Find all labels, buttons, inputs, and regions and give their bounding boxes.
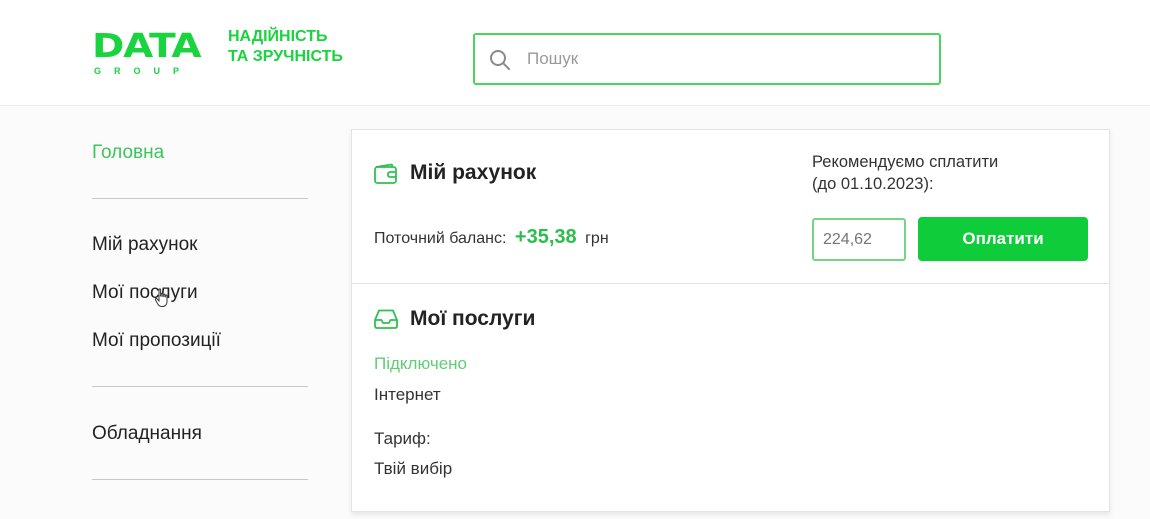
site-header: DATA GROUP НАДІЙНІСТЬ ТА ЗРУЧНІСТЬ [0,0,1150,106]
recommend-line-1: Рекомендуємо сплатити [812,153,999,171]
brand-logo[interactable]: DATA GROUP [92,29,217,79]
tariff-value: Твій вибір [374,459,453,478]
balance-currency: грн [585,230,609,247]
sidebar-item-home[interactable]: Головна [92,142,164,164]
sidebar-divider [92,479,308,480]
service-status: Підключено [374,354,467,373]
tagline-line-2: ТА ЗРУЧНІСТЬ [228,48,343,65]
pay-button[interactable]: Оплатити [918,217,1088,261]
sidebar-item-my-account[interactable]: Мій рахунок [92,234,197,256]
balance-value: +35,38 [514,226,577,248]
payment-amount-input[interactable] [812,218,906,261]
account-panel: Мій рахунок Поточний баланс: +35,38 грн … [351,129,1110,512]
hand-cursor-icon [154,288,168,307]
sidebar-divider [92,386,308,387]
balance-row: Поточний баланс: +35,38 грн [374,226,609,249]
brand-tagline: НАДІЙНІСТЬ ТА ЗРУЧНІСТЬ [228,27,378,67]
sidebar-item-my-offers[interactable]: Мої пропозиції [92,330,221,352]
services-title: Мої послуги [410,307,536,330]
section-divider [352,283,1109,284]
logo-wordmark: DATA [92,26,202,65]
balance-label: Поточний баланс: [374,230,507,247]
inbox-icon [374,309,398,329]
search-icon [490,50,510,70]
recommended-payment-text: Рекомендуємо сплатити (до 01.10.2023): [812,151,1082,195]
tariff-label: Тариф: [374,429,431,448]
recommend-line-2: (до 01.10.2023): [812,175,934,193]
sidebar-item-equipment[interactable]: Обладнання [92,423,202,445]
account-title: Мій рахунок [410,161,537,184]
service-name: Інтернет [374,385,441,404]
sidebar-item-my-services[interactable]: Мої послуги [92,282,198,304]
search-box[interactable] [473,33,941,85]
wallet-icon [374,163,397,184]
logo-subtitle: GROUP [94,66,193,76]
sidebar-divider [92,198,308,199]
search-input[interactable] [527,35,927,83]
tagline-line-1: НАДІЙНІСТЬ [228,28,328,45]
